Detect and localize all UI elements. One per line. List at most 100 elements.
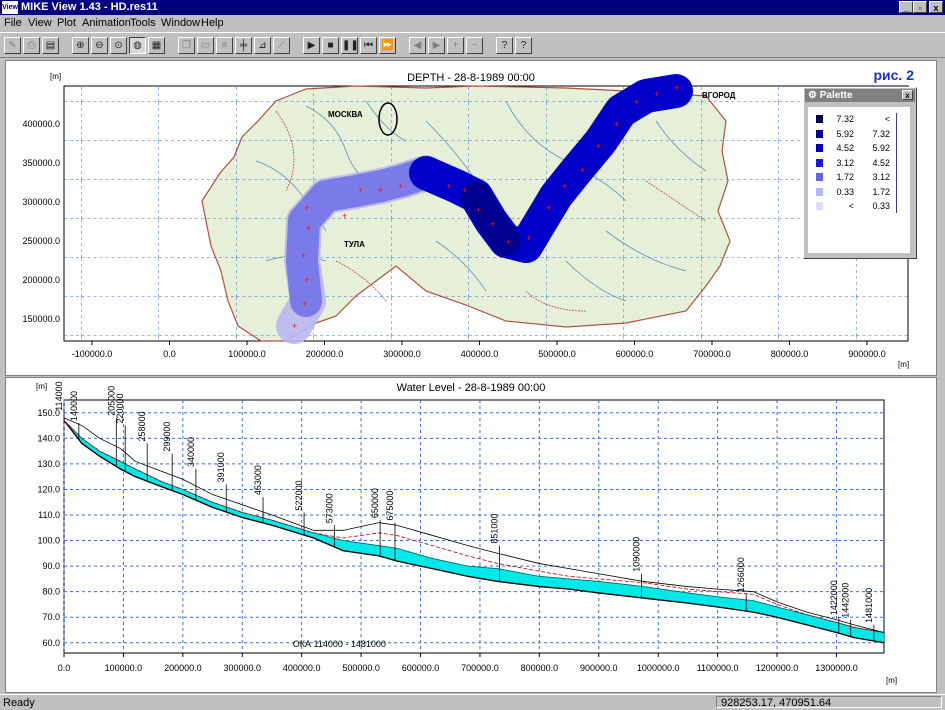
table-button[interactable]: ▦: [148, 37, 165, 54]
profile-button[interactable]: ⟋: [273, 37, 290, 54]
chainage-label: 851000: [490, 514, 500, 544]
palette-icon: ◍: [133, 40, 142, 51]
depth-map-pane[interactable]: [m] DEPTH - 28-8-1989 00:00 рис. 2 + + + + +…: [5, 60, 937, 376]
svg-text:+: +: [292, 321, 297, 331]
palette-low: 4.52: [836, 143, 854, 153]
save-button[interactable]: ▤: [42, 37, 59, 54]
fast-forward-button[interactable]: ⏩: [379, 37, 396, 54]
step-forward-button[interactable]: ▶: [428, 37, 445, 54]
menu-tools[interactable]: Tools: [130, 16, 156, 30]
chart-x-tick-label: 800000.0: [521, 663, 559, 673]
svg-text:+: +: [358, 185, 363, 195]
chart-y-tick-label: 100.0: [37, 536, 60, 546]
chart-y-tick-label: 140.0: [37, 433, 60, 443]
chainage-label: 650000: [370, 488, 380, 518]
grid-button[interactable]: ╪: [235, 37, 252, 54]
map-y-tick-label: 350000.0: [22, 158, 60, 168]
palette-window[interactable]: ⚙ Palette x 7.32 <5.92 7.32 4.52 5.92 3.12 4.5…: [803, 87, 917, 259]
chart-button[interactable]: ⊿: [254, 37, 271, 54]
zoom-in-button[interactable]: ⊕: [72, 37, 89, 54]
menu-plot[interactable]: Plot: [57, 16, 76, 30]
rewind-button[interactable]: ⏮: [360, 37, 377, 54]
map-x-tick-label: 400000.0: [461, 349, 499, 359]
map-y-tick-label: 200000.0: [22, 275, 60, 285]
water-level-pane[interactable]: Water Level - 28-8-1989 00:00 [m] 150.0 140…: [5, 377, 937, 693]
palette-title-bar[interactable]: ⚙ Palette x: [805, 89, 915, 102]
stop-button[interactable]: ■: [322, 37, 339, 54]
water-level-chart[interactable]: Water Level - 28-8-1989 00:00[m]150.0140…: [6, 378, 936, 692]
zoom-extent-button[interactable]: ⊙: [110, 37, 127, 54]
chart-x-tick-label: 1200000.0: [756, 663, 799, 673]
minimize-button[interactable]: _: [899, 1, 913, 13]
chart-x-tick-label: 300000.0: [223, 663, 261, 673]
print-preview-icon: ✎: [8, 40, 17, 51]
pause-button[interactable]: ❚❚: [341, 37, 359, 54]
palette-swatch: [816, 158, 823, 167]
palette-icon: ⚙: [808, 90, 817, 101]
map-y-axis: 400000.0 350000.0 300000.0 250000.0 200000.0…: [22, 119, 60, 324]
palette-swatch: [816, 173, 823, 181]
menu-animation[interactable]: Animation: [82, 16, 131, 30]
palette-high: 5.92: [872, 143, 890, 153]
chainage-label: 114000: [54, 381, 64, 410]
chainage-label: 1090000: [632, 537, 642, 572]
chart-y-tick-label: 110.0: [38, 510, 60, 520]
chart-x-tick-label: 200000.0: [164, 663, 202, 673]
zoom-in-icon: ⊕: [76, 40, 85, 51]
profile-icon: ⟋: [278, 40, 285, 51]
chart-x-unit: [m]: [886, 676, 897, 685]
svg-text:+: +: [398, 181, 403, 191]
minus-button[interactable]: −: [466, 37, 483, 54]
print-icon: ⎙: [27, 40, 36, 51]
restore-button[interactable]: ▫: [913, 1, 927, 13]
chainage-label: 391000: [216, 452, 226, 482]
palette-high: 0.33: [872, 201, 890, 211]
play-button[interactable]: ▶: [303, 37, 320, 54]
menu-file[interactable]: File: [4, 16, 22, 30]
help-button[interactable]: ?: [496, 37, 513, 54]
print-preview-button[interactable]: ✎: [4, 37, 21, 54]
palette-title: Palette: [819, 90, 853, 101]
menu-help[interactable]: Help: [201, 16, 224, 30]
chart-y-tick-label: 130.0: [37, 459, 60, 469]
palette-row: 7.32 <: [808, 113, 910, 125]
chart-x-tick-label: 900000.0: [580, 663, 618, 673]
legend-button[interactable]: ≡: [216, 37, 233, 54]
chainage-label: 522000: [294, 480, 304, 510]
close-button[interactable]: x: [929, 1, 943, 13]
menu-window[interactable]: Window: [161, 16, 200, 30]
palette-row: 0.33 1.72: [808, 186, 910, 198]
chart-x-tick-label: 500000.0: [342, 663, 380, 673]
palette-swatch: [816, 202, 823, 210]
palette-close-button[interactable]: x: [902, 90, 913, 100]
plus-button[interactable]: +: [447, 37, 464, 54]
svg-text:+: +: [526, 233, 531, 243]
map-y-tick-label: 250000.0: [22, 236, 60, 246]
pause-icon: ❚❚: [342, 40, 359, 51]
map-x-unit: [m]: [898, 360, 909, 369]
chart-y-unit: [m]: [36, 382, 47, 391]
folder-button[interactable]: ▭: [197, 37, 214, 54]
print-button[interactable]: ⎙: [23, 37, 40, 54]
chainage-label: 340000: [186, 437, 196, 467]
table-icon: ▦: [151, 40, 162, 51]
palette-swatch: [816, 129, 823, 138]
figure-annotation: рис. 2: [873, 67, 914, 83]
step-forward-icon: ▶: [432, 40, 441, 51]
step-back-icon: ◀: [413, 40, 422, 51]
palette-button[interactable]: ◍: [129, 37, 146, 54]
help-icon: ?: [501, 40, 508, 51]
zoom-out-button[interactable]: ⊖: [91, 37, 108, 54]
context-help-button[interactable]: ?: [515, 37, 532, 54]
menu-view[interactable]: View: [28, 16, 52, 30]
app-icon[interactable]: View: [2, 1, 18, 14]
copy-button[interactable]: ❐: [178, 37, 195, 54]
title-bar: View MIKE View 1.43 - HD.res11 _ ▫ x: [0, 0, 945, 15]
chainage-label: 453000: [253, 465, 263, 495]
step-back-button[interactable]: ◀: [409, 37, 426, 54]
svg-text:+: +: [506, 237, 511, 247]
chainage-label: 140000: [69, 391, 79, 421]
depth-map-plot[interactable]: [m] DEPTH - 28-8-1989 00:00 рис. 2 + + + + +…: [6, 61, 936, 375]
zoom-out-icon: ⊖: [95, 40, 104, 51]
stop-icon: ■: [327, 40, 334, 51]
